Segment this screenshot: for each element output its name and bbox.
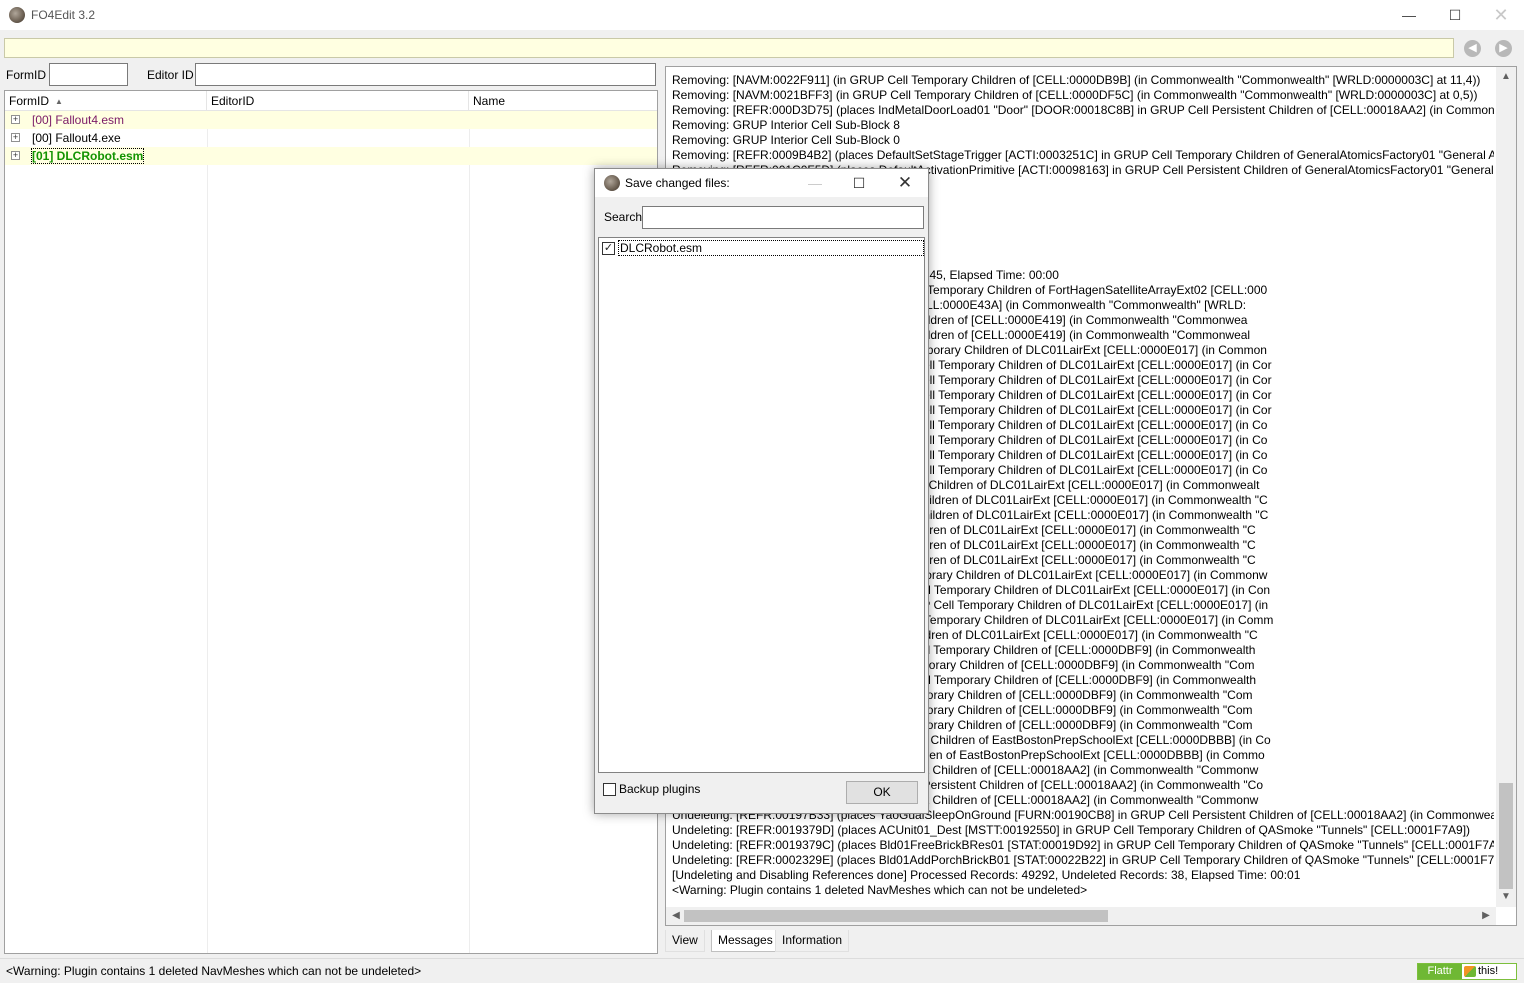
column-name[interactable]: Name [469,91,657,111]
horizontal-scroll-thumb[interactable] [684,910,1108,922]
scroll-down-icon[interactable]: ▼ [1496,889,1516,905]
column-divider [469,111,470,953]
message-line: Removing: [NAVM:0022F911] (in GRUP Cell … [672,73,1481,87]
tree-row-label: [00] Fallout4.exe [32,131,121,145]
formid-label: FormID [6,68,46,82]
editorid-label: Editor ID [147,68,194,82]
formid-input[interactable] [49,63,128,86]
column-divider [207,111,208,953]
message-line: Removing: GRUP Interior Cell Sub-Block 0 [672,133,900,147]
message-line: Undeleting: [REFR:0019379C] (places Bld0… [672,838,1494,852]
tree-row-label: [00] Fallout4.esm [32,113,125,127]
expand-icon[interactable]: + [11,133,20,142]
editorid-input[interactable] [195,63,656,86]
flattr-icon [1464,966,1476,977]
minimize-button[interactable]: — [1386,0,1432,30]
changed-files-list[interactable]: ✓ DLCRobot.esm [598,237,925,773]
file-label: DLCRobot.esm [618,240,924,256]
dialog-minimize-button[interactable]: — [793,169,837,197]
bottom-tabs: View Messages Information [665,930,1517,952]
scroll-right-icon[interactable]: ▶ [1476,908,1496,924]
message-line: Removing: [REFR:0009B4B2] (places Defaul… [672,148,1494,162]
tab-messages[interactable]: Messages [711,930,780,952]
tree-row-label: [01] DLCRobot.esm [30,148,145,164]
horizontal-scrollbar[interactable]: ◀ ▶ [666,907,1496,925]
tree-row-fallout4-esm[interactable]: + [00] Fallout4.esm [5,111,657,129]
dialog-app-icon [604,175,620,191]
dialog-maximize-button[interactable]: ☐ [837,169,881,197]
column-formid[interactable]: FormID ▲ [5,91,207,111]
flattr-this-label: this! [1478,965,1499,977]
back-arrow-icon[interactable]: ◀ [1464,40,1481,57]
close-button[interactable]: ✕ [1478,0,1524,30]
list-item[interactable]: ✓ DLCRobot.esm [602,240,924,256]
navigation-pane: FormID Editor ID FormID ▲ EditorID Name +… [4,62,658,954]
tree-header: FormID ▲ EditorID Name [5,91,657,111]
scroll-up-icon[interactable]: ▲ [1496,69,1516,85]
plugin-tree[interactable]: FormID ▲ EditorID Name + [00] Fallout4.es… [4,90,658,954]
vertical-scroll-thumb[interactable] [1499,783,1513,889]
expand-icon[interactable]: + [11,115,20,124]
message-line: Undeleting: [REFR:0019379D] (places ACUn… [672,823,1471,837]
fo4edit-app-icon [9,7,25,23]
status-message: <Warning: Plugin contains 1 deleted NavM… [6,964,422,978]
message-line: Removing: [NAVM:0021BFF3] (in GRUP Cell … [672,88,1478,102]
dialog-close-button[interactable]: ✕ [883,169,927,197]
file-checkbox[interactable]: ✓ [602,242,615,255]
dialog-search-input[interactable] [642,206,924,229]
dialog-title: Save changed files: [625,176,730,190]
tree-row-fallout4-exe[interactable]: + [00] Fallout4.exe [5,129,657,147]
window-title: FO4Edit 3.2 [31,8,96,22]
maximize-button[interactable]: ☐ [1432,0,1478,30]
tab-information[interactable]: Information [775,930,850,952]
message-line: <Warning: Plugin contains 1 deleted NavM… [672,883,1088,897]
column-editorid[interactable]: EditorID [207,91,469,111]
backup-plugins-checkbox[interactable] [603,783,616,796]
message-line: Removing: GRUP Interior Cell Sub-Block 8 [672,118,900,132]
backup-plugins-label: Backup plugins [619,782,701,796]
ok-button[interactable]: OK [846,781,918,804]
scroll-left-icon[interactable]: ◀ [666,908,686,924]
expand-icon[interactable]: + [11,151,20,160]
window-titlebar: FO4Edit 3.2 — ☐ ✕ [0,0,1524,30]
tab-view[interactable]: View [665,930,705,952]
dialog-search-label: Search [604,210,643,224]
dialog-titlebar: Save changed files: — ☐ ✕ [595,169,928,197]
forward-arrow-icon[interactable]: ▶ [1495,40,1512,57]
sort-ascending-icon: ▲ [55,97,63,106]
message-line: [Undeleting and Disabling References don… [672,868,1301,882]
flattr-label: Flattr [1418,964,1462,979]
message-line: Removing: [REFR:000D3D75] (places IndMet… [672,103,1494,117]
save-changed-files-dialog: Save changed files: — ☐ ✕ Search ✓ DLCRo… [594,168,929,814]
flattr-button[interactable]: Flattr this! [1417,963,1517,980]
vertical-scrollbar[interactable]: ▲ ▼ [1496,67,1516,907]
status-bar: <Warning: Plugin contains 1 deleted NavM… [0,958,1524,983]
message-line: Undeleting: [REFR:0002329E] (places Bld0… [672,853,1494,867]
filter-bar[interactable] [4,38,1454,58]
tree-row-dlcrobot-esm[interactable]: + [01] DLCRobot.esm [5,147,657,165]
